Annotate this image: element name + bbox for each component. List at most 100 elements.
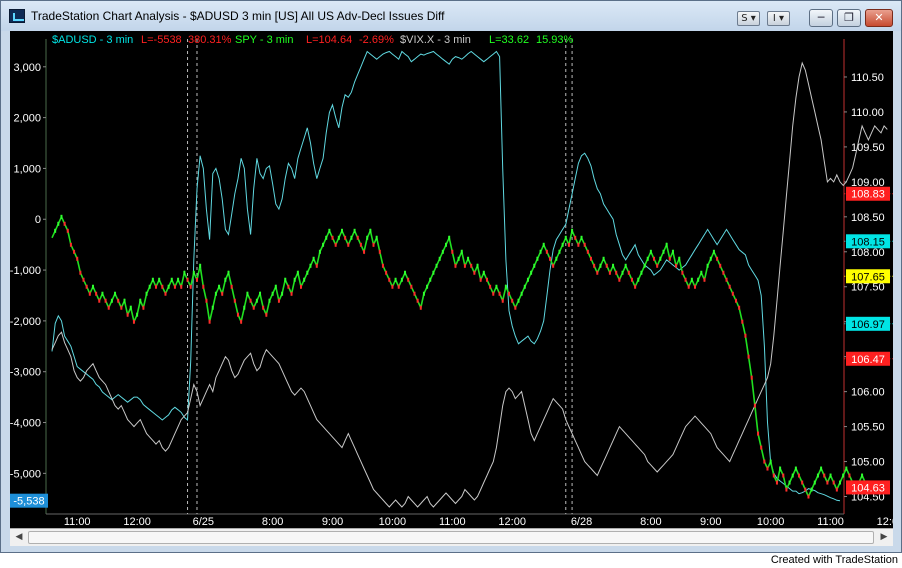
spy-bar	[142, 305, 145, 310]
spy-bar	[435, 263, 438, 268]
spy-bar	[366, 235, 369, 240]
spy-bar	[331, 235, 334, 240]
x-tick-label: 11:00	[64, 516, 91, 528]
spy-bar	[722, 270, 725, 275]
spy-bar	[637, 277, 640, 282]
spy-bar	[353, 228, 356, 233]
legend-entry: 380.31%	[188, 34, 232, 46]
spy-bar	[388, 277, 391, 282]
spy-bar	[309, 263, 312, 268]
spy-bar	[148, 284, 151, 289]
spy-bar	[709, 256, 712, 261]
x-tick-label: 8:00	[262, 516, 283, 528]
spy-bar	[785, 487, 788, 492]
spy-bar	[769, 459, 772, 464]
spy-bar	[586, 249, 589, 254]
spy-bar	[798, 473, 801, 478]
minimize-icon: ─	[817, 11, 825, 24]
legend-entry: SPY - 3 min	[235, 34, 294, 46]
spy-bar	[596, 270, 599, 275]
spy-bar	[448, 235, 451, 240]
spy-bar	[624, 263, 627, 268]
spy-bar	[66, 228, 69, 233]
spy-bar	[114, 291, 117, 296]
i-dropdown-button[interactable]: I ▾	[767, 11, 790, 26]
spy-bar	[520, 291, 523, 296]
x-tick-label: 9:00	[700, 516, 721, 528]
chart-svg[interactable]: 3,000 2,000 1,000 0 -1,000 -2,000 -3,000 -4,000…	[10, 31, 893, 528]
spy-bar	[558, 249, 561, 254]
chart-area[interactable]: 3,000 2,000 1,000 0 -1,000 -2,000 -3,000 -4,000…	[10, 31, 893, 528]
right-tick-label: 107.50	[851, 282, 885, 294]
spy-bar	[189, 284, 192, 289]
spy-bar	[107, 305, 110, 310]
spy-bar	[706, 263, 709, 268]
spy-bar	[246, 291, 249, 296]
spy-bar	[151, 277, 154, 282]
horizontal-scrollbar[interactable]: ◀ ▶	[10, 528, 893, 546]
spy-bar	[731, 291, 734, 296]
spy-bar	[533, 263, 536, 268]
spy-bar	[687, 284, 690, 289]
spy-bar	[842, 473, 845, 478]
s-dropdown-button[interactable]: S ▾	[737, 11, 760, 26]
spy-bar	[653, 256, 656, 261]
minimize-button[interactable]: ─	[809, 9, 833, 27]
left-tick-label: 2,000	[13, 113, 41, 125]
spy-bar	[605, 263, 608, 268]
left-tick-label: -5,000	[10, 468, 41, 480]
level-price-label: 108.15	[851, 236, 885, 248]
spy-bar	[359, 242, 362, 247]
left-tick-label: 0	[35, 214, 41, 226]
spy-bar	[145, 291, 148, 296]
spy-bar	[634, 284, 637, 289]
spy-bar	[322, 242, 325, 247]
spy-bar	[643, 263, 646, 268]
spy-bar	[378, 249, 381, 254]
scrollbar-thumb[interactable]	[28, 531, 874, 544]
spy-bar	[205, 298, 208, 303]
spy-bar	[552, 263, 555, 268]
left-tick-label: -3,000	[10, 367, 41, 379]
spy-bar	[281, 291, 284, 296]
scroll-left-arrow-icon[interactable]: ◀	[12, 531, 26, 544]
spy-bar	[126, 312, 129, 317]
spy-bar	[602, 256, 605, 261]
spy-bar	[794, 466, 797, 471]
spy-bar	[501, 298, 504, 303]
spy-bar	[766, 466, 769, 471]
spy-bar	[410, 284, 413, 289]
spy-bar	[782, 473, 785, 478]
scroll-right-arrow-icon[interactable]: ▶	[877, 531, 891, 544]
maximize-button[interactable]: ❐	[837, 9, 861, 27]
x-tick-label: 10:00	[757, 516, 785, 528]
spy-bar	[504, 284, 507, 289]
right-tick-label: 105.50	[851, 422, 885, 434]
close-button[interactable]: ✕	[865, 9, 893, 27]
spy-bar	[549, 256, 552, 261]
title-bar[interactable]: TradeStation Chart Analysis - $ADUSD 3 m…	[1, 1, 901, 31]
window-title: TradeStation Chart Analysis - $ADUSD 3 m…	[31, 9, 445, 23]
spy-bar	[155, 284, 158, 289]
spy-bar	[482, 270, 485, 275]
spy-bar	[656, 263, 659, 268]
spy-bar	[826, 480, 829, 485]
spy-bar	[413, 291, 416, 296]
x-tick-label: 12:00	[877, 516, 893, 528]
spy-bar	[716, 256, 719, 261]
spy-bar	[82, 277, 85, 282]
legend-entry: L=104.64	[306, 34, 352, 46]
spy-bar	[394, 277, 397, 282]
spy-bar	[813, 480, 816, 485]
spy-bar	[98, 298, 101, 303]
spy-bar	[306, 270, 309, 275]
spy-bar	[810, 487, 813, 492]
spy-bar	[236, 312, 239, 317]
level-price-label: 107.65	[851, 271, 885, 283]
spy-bar	[296, 270, 299, 275]
spy-bar	[211, 305, 214, 310]
spy-bar	[224, 277, 227, 282]
spy-bar	[95, 291, 98, 296]
spy-bar	[775, 480, 778, 485]
spy-bar	[495, 284, 498, 289]
